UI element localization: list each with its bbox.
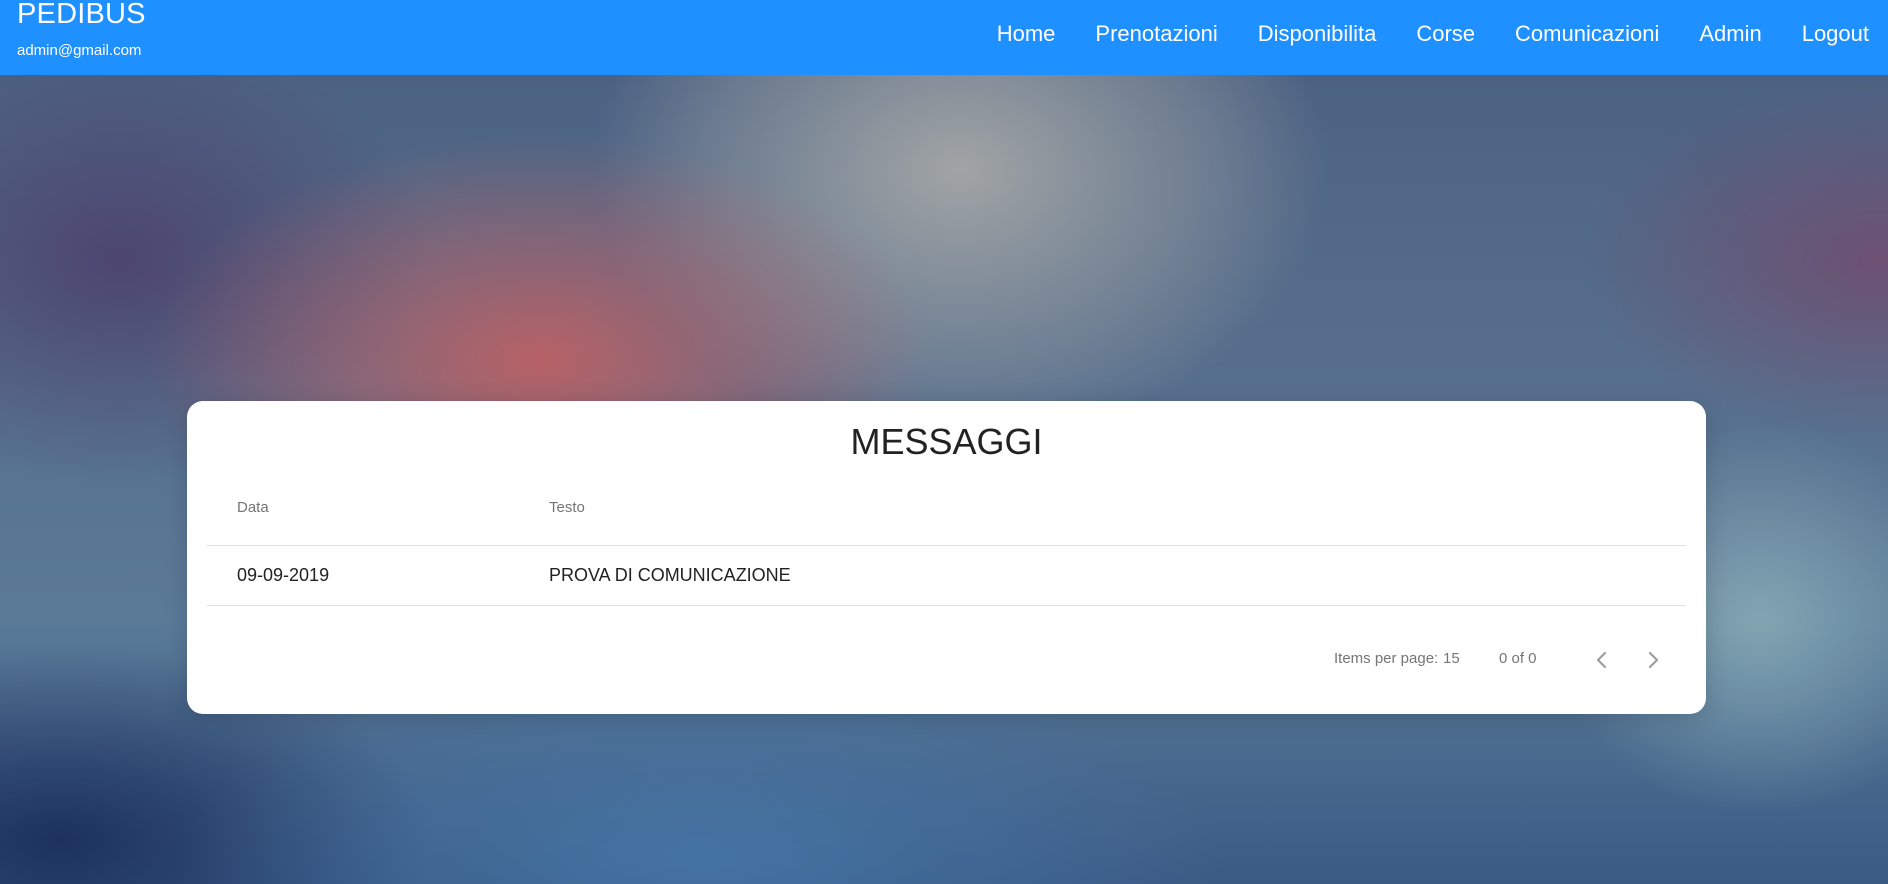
nav-home[interactable]: Home xyxy=(997,21,1056,47)
cell-text: PROVA DI COMUNICAZIONE xyxy=(549,565,791,585)
nav-links: Home Prenotazioni Disponibilita Corse Co… xyxy=(997,21,1869,47)
nav-corse[interactable]: Corse xyxy=(1416,21,1475,47)
previous-page-button[interactable] xyxy=(1584,642,1620,678)
page-title: MESSAGGI xyxy=(850,421,1043,462)
table-header-row: Data Testo xyxy=(207,495,1686,546)
messages-table: Data Testo 09-09-2019 PROVA DI COMUNICAZ… xyxy=(207,495,1686,606)
nav-prenotazioni[interactable]: Prenotazioni xyxy=(1095,21,1217,47)
nav-comunicazioni[interactable]: Comunicazioni xyxy=(1515,21,1659,47)
range-label: 0 of 0 xyxy=(1499,650,1537,667)
messages-card: MESSAGGI Data Testo 09-09-2019 PROVA DI … xyxy=(187,401,1706,714)
page-size-select[interactable]: 15 xyxy=(1443,650,1460,667)
chevron-left-icon xyxy=(1596,651,1607,669)
app-title[interactable]: PEDIBUS xyxy=(17,0,146,31)
nav-disponibilita[interactable]: Disponibilita xyxy=(1258,21,1377,47)
chevron-right-icon xyxy=(1648,651,1659,669)
brand: PEDIBUS admin@gmail.com xyxy=(17,0,146,60)
nav-admin[interactable]: Admin xyxy=(1699,21,1761,47)
table-row[interactable]: 09-09-2019 PROVA DI COMUNICAZIONE xyxy=(207,546,1686,606)
paginator: Items per page: 15 0 of 0 xyxy=(187,640,1706,680)
column-header-text: Testo xyxy=(549,499,585,516)
items-per-page-label: Items per page: xyxy=(1334,650,1439,667)
column-header-date: Data xyxy=(237,499,269,516)
user-email: admin@gmail.com xyxy=(17,42,142,59)
next-page-button[interactable] xyxy=(1635,642,1671,678)
cell-date: 09-09-2019 xyxy=(237,565,330,585)
nav-logout[interactable]: Logout xyxy=(1802,21,1869,47)
top-navbar: PEDIBUS admin@gmail.com Home Prenotazion… xyxy=(0,0,1888,75)
